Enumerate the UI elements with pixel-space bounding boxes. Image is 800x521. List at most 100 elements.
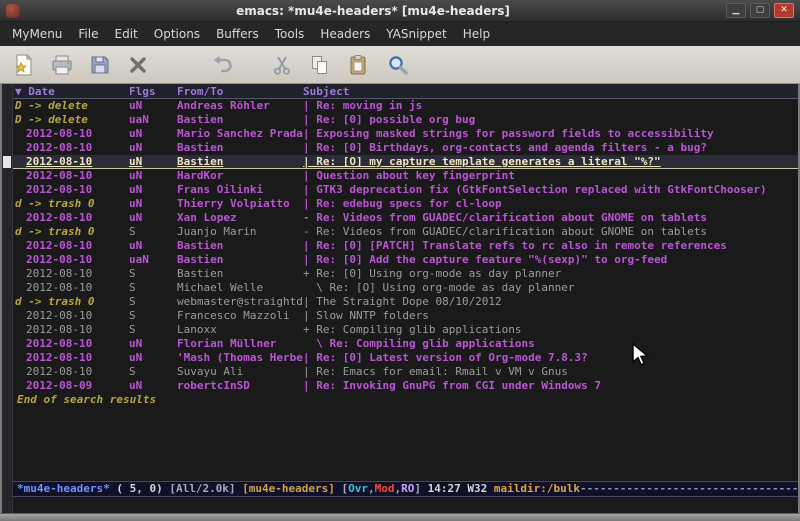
message-row[interactable]: 2012-08-10uNMario Sanchez Prada| Exposin… bbox=[13, 127, 798, 141]
flags-cell: uN bbox=[129, 183, 177, 197]
subject-cell: | Re: [0] Add the capture feature "%(sex… bbox=[303, 253, 798, 267]
date-cell: D -> delete bbox=[15, 113, 129, 127]
from-cell: Florian Müllner bbox=[177, 337, 303, 351]
modeline[interactable]: *mu4e-headers* ( 5, 0) [All/2.0k] [mu4e-… bbox=[13, 481, 798, 497]
scrollbar[interactable] bbox=[2, 84, 13, 513]
message-row[interactable]: 2012-08-10uNFrans Oilinki| GTK3 deprecat… bbox=[13, 183, 798, 197]
message-row[interactable]: 2012-08-10uNFlorian Müllner \ Re: Compil… bbox=[13, 337, 798, 351]
menu-item-options[interactable]: Options bbox=[146, 24, 208, 44]
cut-button[interactable] bbox=[266, 50, 298, 80]
message-row[interactable]: 2012-08-09uNrobertcInSD| Re: Invoking Gn… bbox=[13, 379, 798, 393]
message-row[interactable]: 2012-08-10SMichael Welle \ Re: [O] Using… bbox=[13, 281, 798, 295]
titlebar[interactable]: emacs: *mu4e-headers* [mu4e-headers] ▁ ▢… bbox=[0, 0, 800, 22]
undo-icon bbox=[210, 53, 234, 77]
minimize-button[interactable]: ▁ bbox=[726, 3, 746, 18]
subject-cell: | Re: [0] Latest version of Org-mode 7.8… bbox=[303, 351, 798, 365]
maximize-button[interactable]: ▢ bbox=[750, 3, 770, 18]
date-cell: 2012-08-10 bbox=[15, 183, 129, 197]
flags-cell: uN bbox=[129, 155, 177, 168]
subject-cell: | The Straight Dope 08/10/2012 bbox=[303, 295, 798, 309]
column-header-flags[interactable]: Flgs bbox=[129, 84, 177, 98]
subject-cell: | Re: Emacs for email: Rmail v VM v Gnus bbox=[303, 365, 798, 379]
message-row[interactable]: D -> deleteuaNBastien| Re: [0] possible … bbox=[13, 113, 798, 127]
new-file-button[interactable] bbox=[8, 50, 40, 80]
flags-cell: S bbox=[129, 225, 177, 239]
buffer-empty-space bbox=[13, 407, 798, 481]
menu-item-edit[interactable]: Edit bbox=[107, 24, 146, 44]
message-row[interactable]: 2012-08-10uNBastien| Re: [O] my capture … bbox=[13, 155, 798, 169]
message-row[interactable]: 2012-08-10SLanoxx+ Re: Compiling glib ap… bbox=[13, 323, 798, 337]
menu-item-mymenu[interactable]: MyMenu bbox=[4, 24, 70, 44]
modeline-segment-dim: [All/2.0k] bbox=[169, 482, 242, 495]
flags-cell: S bbox=[129, 309, 177, 323]
flags-cell: S bbox=[129, 295, 177, 309]
message-row[interactable]: 2012-08-10uNXan Lopez- Re: Videos from G… bbox=[13, 211, 798, 225]
from-cell: Lanoxx bbox=[177, 323, 303, 337]
copy-icon bbox=[308, 53, 332, 77]
from-cell: Bastien bbox=[177, 113, 303, 127]
from-cell: Bastien bbox=[177, 267, 303, 281]
scrollbar-thumb[interactable] bbox=[3, 156, 11, 168]
window-title: emacs: *mu4e-headers* [mu4e-headers] bbox=[26, 0, 720, 22]
end-of-results: End of search results bbox=[13, 393, 798, 407]
close-buffer-button[interactable] bbox=[122, 50, 154, 80]
date-cell: 2012-08-10 bbox=[15, 155, 129, 168]
from-cell: robertcInSD bbox=[177, 379, 303, 393]
date-cell: D -> delete bbox=[15, 99, 129, 113]
paste-icon bbox=[346, 53, 370, 77]
message-row[interactable]: 2012-08-10uNHardKor| Question about key … bbox=[13, 169, 798, 183]
message-row[interactable]: d -> trash 0SJuanjo Marin- Re: Videos fr… bbox=[13, 225, 798, 239]
mu4e-headers-buffer: ▼ Date Flgs From/To Subject D -> deleteu… bbox=[13, 84, 798, 513]
menu-item-headers[interactable]: Headers bbox=[312, 24, 378, 44]
column-header-date[interactable]: ▼ Date bbox=[15, 84, 129, 98]
message-row[interactable]: 2012-08-10SFrancesco Mazzoli| Slow NNTP … bbox=[13, 309, 798, 323]
print-icon bbox=[50, 53, 74, 77]
menu-item-help[interactable]: Help bbox=[455, 24, 498, 44]
subject-cell: \ Re: Compiling glib applications bbox=[303, 337, 798, 351]
menu-item-yasnippet[interactable]: YASnippet bbox=[378, 24, 455, 44]
message-row[interactable]: 2012-08-10uN'Mash (Thomas Herbert)| Re: … bbox=[13, 351, 798, 365]
message-row[interactable]: 2012-08-10uNBastien| Re: [0] Birthdays, … bbox=[13, 141, 798, 155]
subject-cell: - Re: Videos from GUADEC/clarification a… bbox=[303, 211, 798, 225]
modeline-segment-mode: [mu4e-headers] bbox=[242, 482, 341, 495]
save-button[interactable] bbox=[84, 50, 116, 80]
message-row[interactable]: 2012-08-10SBastien+ Re: [0] Using org-mo… bbox=[13, 267, 798, 281]
undo-button[interactable] bbox=[206, 50, 238, 80]
flags-cell: uN bbox=[129, 239, 177, 253]
message-row[interactable]: 2012-08-10uaNBastien| Re: [0] Add the ca… bbox=[13, 253, 798, 267]
from-cell: Bastien bbox=[177, 239, 303, 253]
close-button[interactable]: ✕ bbox=[774, 3, 794, 18]
paste-button[interactable] bbox=[342, 50, 374, 80]
flags-cell: S bbox=[129, 323, 177, 337]
from-cell: Bastien bbox=[177, 155, 303, 168]
date-cell: 2012-08-10 bbox=[15, 239, 129, 253]
header-line: ▼ Date Flgs From/To Subject bbox=[13, 84, 798, 99]
search-button[interactable] bbox=[382, 50, 414, 80]
from-cell: webmaster@straightd... bbox=[177, 295, 303, 309]
column-header-subject[interactable]: Subject bbox=[303, 84, 798, 98]
flags-cell: uN bbox=[129, 351, 177, 365]
from-cell: Mario Sanchez Prada bbox=[177, 127, 303, 141]
date-cell: 2012-08-10 bbox=[15, 323, 129, 337]
message-row[interactable]: d -> trash 0uNThierry Volpiatto| Re: ede… bbox=[13, 197, 798, 211]
subject-cell: | GTK3 deprecation fix (GtkFontSelection… bbox=[303, 183, 798, 197]
message-row[interactable]: 2012-08-10SSuvayu Ali| Re: Emacs for ema… bbox=[13, 365, 798, 379]
message-row[interactable]: 2012-08-10uNBastien| Re: [0] [PATCH] Tra… bbox=[13, 239, 798, 253]
print-button[interactable] bbox=[46, 50, 78, 80]
date-cell: 2012-08-09 bbox=[15, 379, 129, 393]
copy-button[interactable] bbox=[304, 50, 336, 80]
date-cell: d -> trash 0 bbox=[15, 295, 129, 309]
message-row[interactable]: D -> deleteuNAndreas Röhler| Re: moving … bbox=[13, 99, 798, 113]
from-cell: Suvayu Ali bbox=[177, 365, 303, 379]
menu-item-buffers[interactable]: Buffers bbox=[208, 24, 267, 44]
from-cell: Michael Welle bbox=[177, 281, 303, 295]
subject-cell: | Slow NNTP folders bbox=[303, 309, 798, 323]
menu-item-tools[interactable]: Tools bbox=[267, 24, 313, 44]
column-header-from[interactable]: From/To bbox=[177, 84, 303, 98]
subject-cell: | Question about key fingerprint bbox=[303, 169, 798, 183]
message-row[interactable]: d -> trash 0Swebmaster@straightd...| The… bbox=[13, 295, 798, 309]
flags-cell: uN bbox=[129, 127, 177, 141]
from-cell: Francesco Mazzoli bbox=[177, 309, 303, 323]
menu-item-file[interactable]: File bbox=[70, 24, 106, 44]
from-cell: Bastien bbox=[177, 141, 303, 155]
